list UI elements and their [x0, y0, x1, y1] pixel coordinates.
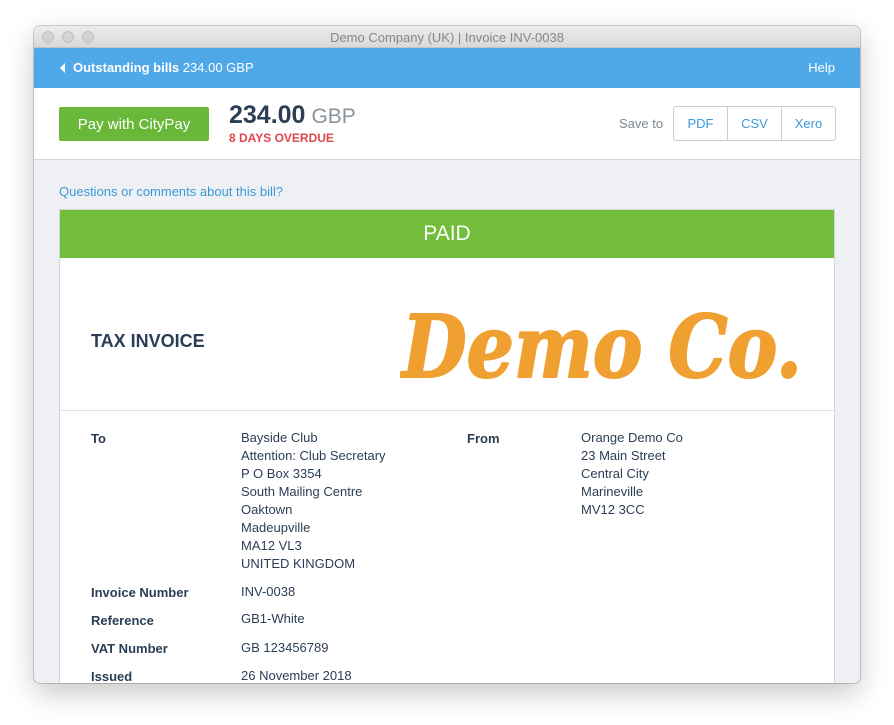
- from-label: From: [467, 431, 500, 446]
- invoice-number-label: Invoice Number: [91, 585, 189, 600]
- divider: [60, 410, 834, 411]
- to-address-line: Bayside Club: [241, 430, 318, 445]
- amount-currency: GBP: [311, 105, 356, 128]
- amount-due: 234.00 GBP: [229, 101, 356, 130]
- reference-label: Reference: [91, 613, 154, 628]
- vat-number-value: GB 123456789: [241, 640, 329, 655]
- from-address-line: Marineville: [581, 484, 644, 499]
- back-arrow-icon[interactable]: [60, 63, 65, 73]
- outstanding-bills-amount: 234.00 GBP: [182, 60, 254, 75]
- save-csv-button[interactable]: CSV: [728, 107, 782, 140]
- save-options: PDF CSV Xero: [673, 106, 836, 141]
- outstanding-bills-link[interactable]: Outstanding bills 234.00 GBP: [73, 60, 254, 75]
- paid-banner: PAID: [60, 210, 834, 258]
- to-address-line: Attention: Club Secretary: [241, 448, 386, 463]
- overdue-status: 8 DAYS OVERDUE: [229, 131, 334, 145]
- questions-link[interactable]: Questions or comments about this bill?: [59, 184, 283, 199]
- to-address-line: South Mailing Centre: [241, 484, 363, 499]
- navigation-bar: Outstanding bills 234.00 GBP Help: [34, 48, 860, 88]
- to-address-line: MA12 VL3: [241, 538, 302, 553]
- issued-value: 26 November 2018: [241, 668, 352, 683]
- to-address-line: Oaktown: [241, 502, 293, 517]
- window-title: Demo Company (UK) | Invoice INV-0038: [330, 30, 564, 45]
- pay-with-citypay-button[interactable]: Pay with CityPay: [59, 107, 209, 141]
- from-address-line: Central City: [581, 466, 649, 481]
- from-address-line: 23 Main Street: [581, 448, 666, 463]
- to-address-line: Madeupville: [241, 520, 311, 535]
- from-address: Orange Demo Co 23 Main Street Central Ci…: [581, 429, 683, 519]
- from-address-line: MV12 3CC: [581, 502, 645, 517]
- vat-number-label: VAT Number: [91, 641, 168, 656]
- from-address-line: Orange Demo Co: [581, 430, 683, 445]
- invoice-title: TAX INVOICE: [91, 331, 205, 351]
- company-logo: Demo Co.: [400, 296, 803, 395]
- save-pdf-button[interactable]: PDF: [674, 107, 728, 140]
- to-address-line: UNITED KINGDOM: [241, 556, 356, 571]
- logo-text: Demo Co.: [400, 297, 802, 395]
- help-link[interactable]: Help: [808, 60, 835, 75]
- invoice-document: PAID TAX INVOICE Demo Co. To Bayside Clu…: [59, 209, 835, 683]
- reference-value: GB1-White: [241, 611, 305, 626]
- invoice-number-value: INV-0038: [241, 584, 296, 599]
- to-address-line: P O Box 3354: [241, 466, 322, 481]
- app-window: Demo Company (UK) | Invoice INV-0038 Out…: [34, 26, 860, 683]
- issued-label: Issued: [91, 669, 133, 683]
- outstanding-bills-label: Outstanding bills: [73, 60, 180, 75]
- to-address: Bayside Club Attention: Club Secretary P…: [241, 429, 386, 573]
- payment-bar: Pay with CityPay 234.00 GBP 8 DAYS OVERDU…: [34, 88, 860, 160]
- to-label: To: [91, 431, 106, 446]
- amount-value: 234.00: [229, 101, 306, 129]
- save-xero-button[interactable]: Xero: [782, 107, 835, 140]
- title-bar: Demo Company (UK) | Invoice INV-0038: [34, 26, 860, 48]
- save-to-label: Save to: [619, 116, 664, 131]
